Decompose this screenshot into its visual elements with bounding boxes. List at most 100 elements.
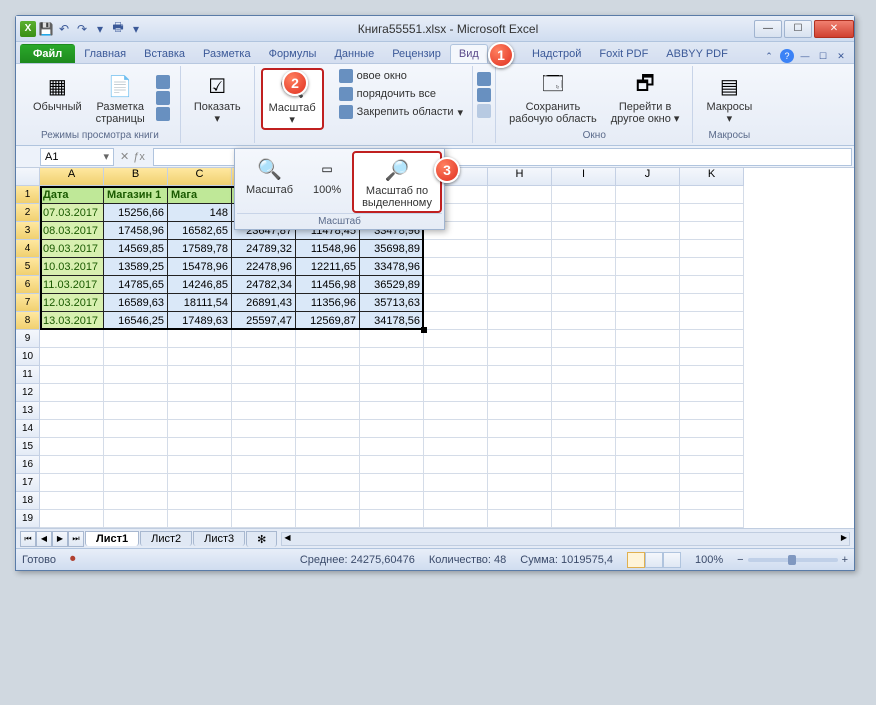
cell[interactable]: [40, 420, 104, 438]
freeze-panes-button[interactable]: Закрепить области ▾: [336, 104, 466, 120]
cell[interactable]: [232, 402, 296, 420]
cell[interactable]: [616, 312, 680, 330]
cell[interactable]: [360, 384, 424, 402]
cell[interactable]: [616, 456, 680, 474]
cell[interactable]: [488, 276, 552, 294]
cell[interactable]: Дата: [40, 186, 104, 204]
cell[interactable]: [680, 294, 744, 312]
cell[interactable]: [232, 510, 296, 528]
row-header[interactable]: 7: [16, 294, 40, 312]
tab-addins[interactable]: Надстрой: [523, 44, 590, 63]
qat-dropdown-icon[interactable]: ▾: [92, 21, 108, 37]
cell[interactable]: [424, 438, 488, 456]
view-pagelayout-icon[interactable]: [645, 552, 663, 568]
cell[interactable]: 12.03.2017: [40, 294, 104, 312]
cell[interactable]: [488, 456, 552, 474]
normal-view-button[interactable]: ▦ Обычный: [26, 68, 89, 128]
cell[interactable]: 08.03.2017: [40, 222, 104, 240]
cell[interactable]: [552, 438, 616, 456]
tab-review[interactable]: Рецензир: [383, 44, 450, 63]
cell[interactable]: [168, 510, 232, 528]
cell[interactable]: [616, 474, 680, 492]
zoom-out-button[interactable]: −: [737, 554, 743, 566]
tab-home[interactable]: Главная: [75, 44, 135, 63]
cell[interactable]: 16589,63: [104, 294, 168, 312]
cell[interactable]: 33478,96: [360, 258, 424, 276]
row-header[interactable]: 1: [16, 186, 40, 204]
cell[interactable]: 13.03.2017: [40, 312, 104, 330]
cell[interactable]: [104, 402, 168, 420]
sheet-tab-2[interactable]: Лист2: [140, 531, 192, 546]
cell[interactable]: [616, 438, 680, 456]
cell[interactable]: [168, 438, 232, 456]
tab-foxit[interactable]: Foxit PDF: [590, 44, 657, 63]
cell[interactable]: [552, 240, 616, 258]
cell[interactable]: [296, 384, 360, 402]
cell[interactable]: 17489,63: [168, 312, 232, 330]
zoom-percent[interactable]: 100%: [695, 554, 723, 566]
cell[interactable]: [488, 492, 552, 510]
cell[interactable]: [232, 438, 296, 456]
tab-abbyy[interactable]: ABBYY PDF: [657, 44, 737, 63]
cell[interactable]: [616, 222, 680, 240]
cell[interactable]: [488, 510, 552, 528]
cell[interactable]: [424, 294, 488, 312]
cell[interactable]: [552, 420, 616, 438]
page-layout-button[interactable]: 📄 Разметка страницы: [89, 68, 152, 128]
cell[interactable]: 35713,63: [360, 294, 424, 312]
cell[interactable]: [232, 492, 296, 510]
fx-cancel-icon[interactable]: ✕: [120, 150, 129, 163]
cell[interactable]: 17458,96: [104, 222, 168, 240]
arrange-button[interactable]: порядочить все: [336, 86, 466, 102]
cell[interactable]: [296, 366, 360, 384]
cell[interactable]: [616, 258, 680, 276]
cell[interactable]: [680, 258, 744, 276]
tab-nav-first[interactable]: ⏮: [20, 531, 36, 547]
cell[interactable]: [552, 366, 616, 384]
cell[interactable]: [616, 510, 680, 528]
row-header[interactable]: 13: [16, 402, 40, 420]
cell[interactable]: [360, 492, 424, 510]
cell[interactable]: [168, 402, 232, 420]
cell[interactable]: [680, 204, 744, 222]
cell[interactable]: [40, 456, 104, 474]
show-button[interactable]: ☑ Показать▾: [187, 68, 248, 128]
cell[interactable]: [104, 384, 168, 402]
cell[interactable]: [232, 330, 296, 348]
cell[interactable]: 17589,78: [168, 240, 232, 258]
cell[interactable]: [616, 240, 680, 258]
cell[interactable]: 11456,98: [296, 276, 360, 294]
cell[interactable]: Мага: [168, 186, 232, 204]
cell[interactable]: [488, 402, 552, 420]
col-header-J[interactable]: J: [616, 168, 680, 186]
cell[interactable]: 25597,47: [232, 312, 296, 330]
row-header[interactable]: 4: [16, 240, 40, 258]
row-header[interactable]: 2: [16, 204, 40, 222]
redo-icon[interactable]: ↷: [74, 21, 90, 37]
row-header[interactable]: 9: [16, 330, 40, 348]
cell[interactable]: [168, 474, 232, 492]
row-header[interactable]: 5: [16, 258, 40, 276]
cell[interactable]: [488, 348, 552, 366]
cell[interactable]: 11356,96: [296, 294, 360, 312]
cell[interactable]: [616, 330, 680, 348]
cell[interactable]: [424, 474, 488, 492]
cell[interactable]: [360, 366, 424, 384]
row-header[interactable]: 14: [16, 420, 40, 438]
cell[interactable]: 35698,89: [360, 240, 424, 258]
cell[interactable]: [296, 420, 360, 438]
cell[interactable]: Магазин 1: [104, 186, 168, 204]
cell[interactable]: [424, 258, 488, 276]
cell[interactable]: [360, 420, 424, 438]
row-header[interactable]: 11: [16, 366, 40, 384]
popup-100-button[interactable]: ▭ 100%: [302, 151, 352, 213]
cell[interactable]: [552, 222, 616, 240]
fullscreen-icon[interactable]: [156, 107, 170, 121]
cell[interactable]: [424, 240, 488, 258]
cell[interactable]: [360, 510, 424, 528]
cell[interactable]: [616, 492, 680, 510]
cell[interactable]: [296, 474, 360, 492]
cell[interactable]: [488, 312, 552, 330]
qat-more-icon[interactable]: ▾: [128, 21, 144, 37]
cell[interactable]: [168, 384, 232, 402]
